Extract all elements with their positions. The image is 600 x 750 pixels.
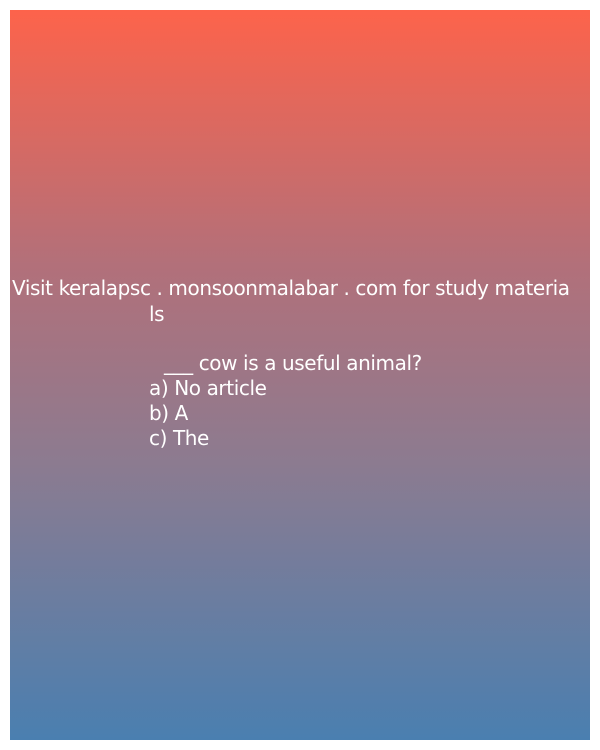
promo-text: Visit keralapsc . monsoonmalabar . com f… (12, 275, 592, 327)
question-text: ___ cow is a useful animal? (158, 351, 422, 375)
option-a: a) No article (149, 376, 267, 400)
option-b: b) A (149, 401, 188, 425)
promo-line-2: ls (149, 302, 165, 326)
option-c: c) The (149, 426, 209, 450)
promo-line-1: Visit keralapsc . monsoonmalabar . com f… (12, 276, 570, 300)
answer-options: a) No article b) A c) The (149, 376, 267, 451)
question-card: Visit keralapsc . monsoonmalabar . com f… (10, 10, 590, 740)
